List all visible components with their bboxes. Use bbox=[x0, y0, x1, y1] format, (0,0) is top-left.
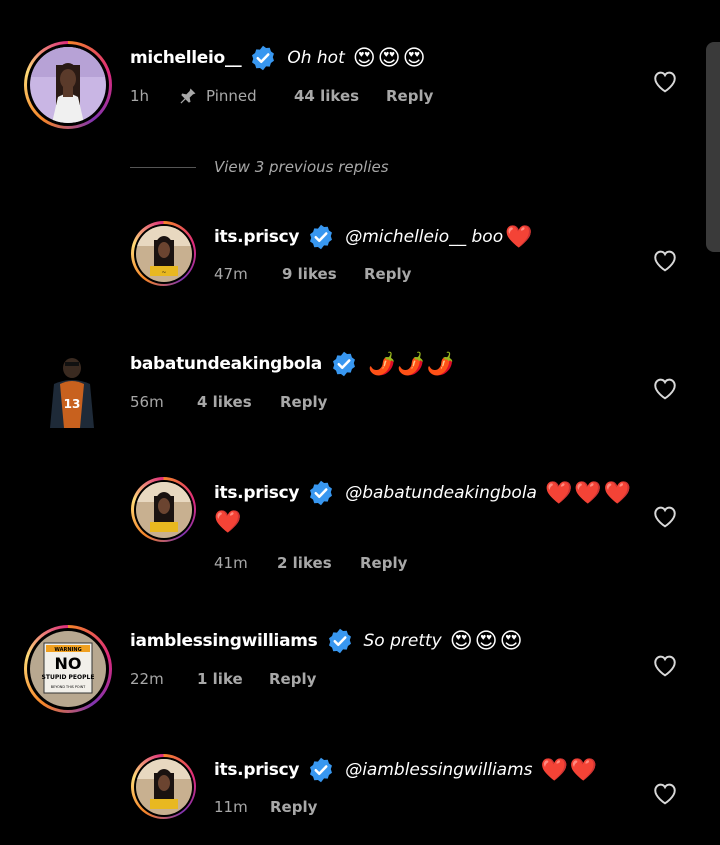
verified-badge-icon bbox=[307, 756, 335, 784]
sign-small-text: BEYOND THIS POINT bbox=[51, 685, 86, 689]
reply-button[interactable]: Reply bbox=[386, 87, 433, 105]
divider bbox=[130, 166, 196, 168]
reply-button[interactable]: Reply bbox=[360, 554, 407, 572]
pinned-label: Pinned bbox=[178, 86, 294, 106]
jersey-number: 13 bbox=[64, 397, 81, 411]
heart-outline-icon[interactable] bbox=[652, 653, 678, 677]
profile-photo bbox=[30, 47, 106, 123]
username[interactable]: michelleio__ bbox=[130, 48, 242, 68]
reply-button[interactable]: Reply bbox=[280, 393, 327, 411]
likes-count[interactable]: 4 likes bbox=[197, 393, 280, 411]
sign-sub-text: STUPID PEOPLE bbox=[42, 674, 95, 681]
scrollbar[interactable] bbox=[706, 42, 720, 252]
comment-text: So pretty bbox=[363, 631, 442, 651]
timestamp: 22m bbox=[130, 670, 164, 688]
comment-text: @iamblessingwilliams bbox=[345, 760, 533, 780]
svg-text:~: ~ bbox=[161, 269, 166, 276]
comment-emojis: 😍😍😍 bbox=[449, 628, 525, 654]
comment-emojis-line2: ❤️ bbox=[214, 510, 244, 535]
verified-badge-icon bbox=[307, 479, 335, 507]
likes-count[interactable]: 2 likes bbox=[277, 554, 360, 572]
heart-outline-icon[interactable] bbox=[652, 781, 678, 805]
timestamp: 41m bbox=[214, 554, 248, 572]
comment-emojis: 😍😍😍 bbox=[352, 45, 428, 71]
timestamp: 47m bbox=[214, 265, 248, 283]
verified-badge-icon bbox=[326, 627, 354, 655]
profile-photo: WARNING NO STUPID PEOPLE BEYOND THIS POI… bbox=[30, 631, 106, 707]
reply-button[interactable]: Reply bbox=[270, 798, 317, 816]
likes-count[interactable]: 9 likes bbox=[282, 265, 364, 283]
pin-icon bbox=[180, 88, 196, 104]
timestamp: 1h bbox=[130, 87, 150, 105]
avatar[interactable]: WARNING NO STUPID PEOPLE BEYOND THIS POI… bbox=[24, 625, 112, 713]
comment-emojis: ❤️ bbox=[505, 224, 535, 250]
reply-button[interactable]: Reply bbox=[364, 265, 411, 283]
avatar[interactable] bbox=[131, 754, 196, 819]
profile-photo: 13 bbox=[30, 348, 110, 428]
sign-top-text: WARNING bbox=[54, 647, 81, 653]
heart-outline-icon[interactable] bbox=[652, 504, 678, 528]
username[interactable]: its.priscy bbox=[214, 483, 300, 503]
verified-badge-icon bbox=[249, 44, 277, 72]
heart-outline-icon[interactable] bbox=[652, 69, 678, 93]
avatar[interactable] bbox=[24, 41, 112, 129]
likes-count[interactable]: 44 likes bbox=[294, 87, 386, 105]
heart-outline-icon[interactable] bbox=[652, 376, 678, 400]
profile-photo bbox=[135, 758, 192, 815]
username[interactable]: its.priscy bbox=[214, 760, 300, 780]
comment-emojis: 🌶️🌶️🌶️ bbox=[367, 351, 457, 377]
username[interactable]: its.priscy bbox=[214, 227, 300, 247]
comment-emojis: ❤️❤️❤️ bbox=[544, 480, 634, 506]
avatar[interactable] bbox=[131, 477, 196, 542]
verified-badge-icon bbox=[307, 223, 335, 251]
avatar[interactable]: ~ bbox=[131, 221, 196, 286]
comment-text: Oh hot bbox=[287, 48, 345, 68]
timestamp: 11m bbox=[214, 798, 248, 816]
username[interactable]: iamblessingwilliams bbox=[130, 631, 318, 651]
timestamp: 56m bbox=[130, 393, 164, 411]
username[interactable]: babatundeakingbola bbox=[130, 354, 322, 374]
sign-main-text: NO bbox=[55, 654, 82, 673]
comment-text: @babatundeakingbola bbox=[345, 483, 537, 503]
likes-count[interactable]: 1 like bbox=[197, 670, 269, 688]
heart-outline-icon[interactable] bbox=[652, 248, 678, 272]
avatar[interactable]: 13 bbox=[30, 348, 110, 428]
profile-photo: ~ bbox=[135, 225, 192, 282]
reply-button[interactable]: Reply bbox=[269, 670, 316, 688]
profile-photo bbox=[135, 481, 192, 538]
comment-emojis: ❤️❤️ bbox=[540, 757, 600, 783]
comment-text: @michelleio__ boo bbox=[345, 227, 504, 247]
view-previous-replies-button[interactable]: View 3 previous replies bbox=[130, 158, 389, 176]
verified-badge-icon bbox=[330, 350, 358, 378]
